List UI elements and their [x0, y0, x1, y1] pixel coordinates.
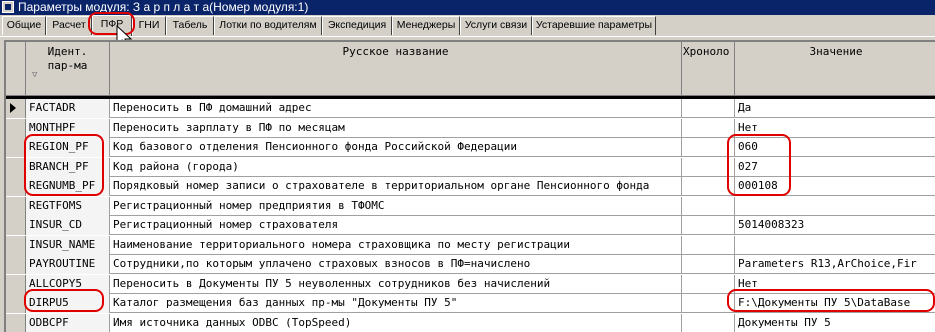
cell-id[interactable]: REGNUMB_PF	[26, 177, 110, 196]
row-indicator	[6, 118, 26, 138]
row-indicator	[6, 274, 26, 294]
row-indicator	[6, 216, 26, 235]
tab-general[interactable]: Общие	[2, 16, 46, 35]
cell-id[interactable]: INSUR_NAME	[26, 235, 110, 255]
row-indicator	[6, 138, 26, 157]
cell-chronology[interactable]	[682, 138, 735, 157]
tab-driver-trays[interactable]: Лотки по водителям	[214, 16, 322, 35]
indicator-header	[6, 42, 26, 96]
sort-indicator-icon: ▽	[32, 70, 38, 80]
cell-id[interactable]: REGION_PF	[26, 138, 110, 157]
cell-value[interactable]: Документы ПУ 5	[735, 314, 935, 332]
cell-chronology[interactable]	[682, 177, 735, 196]
column-header-chronology[interactable]: Хроноло	[682, 42, 735, 96]
cell-id[interactable]: MONTHPF	[26, 118, 110, 138]
cell-id[interactable]: REGTFOMS	[26, 196, 110, 216]
row-indicator	[6, 177, 26, 196]
parameters-grid[interactable]: Идент. пар-ма ▽ Русское название Хроноло…	[4, 40, 935, 332]
cell-value[interactable]: 060	[735, 138, 935, 157]
tab-expedition[interactable]: Экспедиция	[322, 16, 392, 35]
tab-strip: Общие Расчет ПФР ГНИ Табель Лотки по вод…	[0, 15, 935, 37]
cell-russian-name[interactable]: Порядковый номер записи о страхователе в…	[110, 177, 682, 196]
cell-russian-name[interactable]: Сотрудники,по которым уплачено страховых…	[110, 255, 682, 274]
cell-id[interactable]: PAYROUTINE	[26, 255, 110, 274]
cell-id[interactable]: ODBCPF	[26, 313, 110, 332]
column-header-id[interactable]: Идент. пар-ма ▽	[26, 42, 110, 96]
cell-russian-name[interactable]: Переносить в ПФ домашний адрес	[110, 99, 682, 118]
cell-value[interactable]: 000108	[735, 177, 935, 196]
cell-chronology[interactable]	[682, 157, 735, 177]
tab-obsolete-parameters[interactable]: Устаревшие параметры	[532, 16, 656, 35]
cell-value[interactable]: Нет	[735, 275, 935, 294]
table-row[interactable]: ODBCPF Имя источника данных ODBC (TopSpee…	[6, 313, 935, 332]
cell-chronology[interactable]	[682, 235, 735, 255]
table-row[interactable]: PAYROUTINE Сотрудники,по которым уплачено…	[6, 255, 935, 274]
row-indicator	[6, 255, 26, 274]
cell-russian-name[interactable]: Каталог размещения баз данных пр-мы "Док…	[110, 294, 682, 313]
cell-value[interactable]	[735, 197, 935, 216]
cell-id[interactable]: FACTADR	[26, 99, 110, 118]
row-indicator	[6, 196, 26, 216]
tab-communication-services[interactable]: Услуги связи	[460, 16, 532, 35]
row-indicator	[6, 313, 26, 332]
row-indicator	[6, 294, 26, 313]
cell-chronology[interactable]	[682, 274, 735, 294]
table-row[interactable]: FACTADR Переносить в ПФ домашний адрес Да	[6, 99, 935, 118]
table-row[interactable]: INSUR_NAME Наименование территориального …	[6, 235, 935, 255]
cell-id[interactable]: BRANCH_PF	[26, 157, 110, 177]
cell-value[interactable]: Да	[735, 99, 935, 118]
tab-timesheet[interactable]: Табель	[166, 16, 214, 35]
cell-russian-name[interactable]: Переносить в Документы ПУ 5 неуволенных …	[110, 274, 682, 294]
row-indicator	[6, 157, 26, 177]
table-row[interactable]: REGTFOMS Регистрационный номер предприяти…	[6, 196, 935, 216]
cell-id[interactable]: ALLCOPY5	[26, 274, 110, 294]
tab-calculation[interactable]: Расчет	[46, 16, 92, 35]
cell-value[interactable]: F:\Документы ПУ 5\DataBase	[735, 294, 935, 313]
cell-chronology[interactable]	[682, 99, 735, 118]
table-row[interactable]: ALLCOPY5 Переносить в Документы ПУ 5 неув…	[6, 274, 935, 294]
cell-chronology[interactable]	[682, 255, 735, 274]
tab-gni[interactable]: ГНИ	[132, 16, 166, 35]
app-icon	[2, 1, 14, 13]
title-bar: Параметры модуля: З а р п л а т а(Номер …	[0, 0, 935, 15]
column-header-russian-name[interactable]: Русское название	[110, 42, 682, 96]
cell-value[interactable]: Parameters R13,ArChoice,Fir	[735, 255, 935, 274]
cell-value[interactable]: 5014008323	[735, 216, 935, 235]
table-row[interactable]: MONTHPF Переносить зарплату в ПФ по месяц…	[6, 118, 935, 138]
column-header-value[interactable]: Значение	[735, 42, 935, 96]
cell-russian-name[interactable]: Код района (города)	[110, 157, 682, 177]
cell-russian-name[interactable]: Переносить зарплату в ПФ по месяцам	[110, 118, 682, 138]
table-row[interactable]: REGION_PF Код базового отделения Пенсионн…	[6, 138, 935, 157]
cell-id[interactable]: INSUR_CD	[26, 216, 110, 235]
cell-russian-name[interactable]: Код базового отделения Пенсионного фонда…	[110, 138, 682, 157]
row-indicator	[6, 235, 26, 255]
table-row[interactable]: BRANCH_PF Код района (города) 027	[6, 157, 935, 177]
cell-value[interactable]: Нет	[735, 119, 935, 138]
row-indicator	[6, 99, 26, 118]
cell-russian-name[interactable]: Наименование территориального номера стр…	[110, 235, 682, 255]
cell-chronology[interactable]	[682, 294, 735, 313]
cell-russian-name[interactable]: Регистрационный номер страхователя	[110, 216, 682, 235]
current-row-arrow-icon	[10, 103, 16, 113]
cell-value[interactable]: 027	[735, 158, 935, 177]
cell-id[interactable]: DIRPU5	[26, 294, 110, 313]
cell-chronology[interactable]	[682, 196, 735, 216]
table-row[interactable]: DIRPU5 Каталог размещения баз данных пр-м…	[6, 294, 935, 313]
window-title: Параметры модуля: З а р п л а т а(Номер …	[18, 0, 309, 14]
cell-chronology[interactable]	[682, 313, 735, 332]
tab-managers[interactable]: Менеджеры	[392, 16, 460, 35]
cell-value[interactable]	[735, 236, 935, 255]
cell-russian-name[interactable]: Имя источника данных ODBC (TopSpeed)	[110, 313, 682, 332]
header-separator	[6, 96, 935, 99]
cell-chronology[interactable]	[682, 216, 735, 235]
table-row[interactable]: REGNUMB_PF Порядковый номер записи о стра…	[6, 177, 935, 196]
cell-chronology[interactable]	[682, 118, 735, 138]
table-row[interactable]: INSUR_CD Регистрационный номер страховате…	[6, 216, 935, 235]
cell-russian-name[interactable]: Регистрационный номер предприятия в ТФОМ…	[110, 196, 682, 216]
